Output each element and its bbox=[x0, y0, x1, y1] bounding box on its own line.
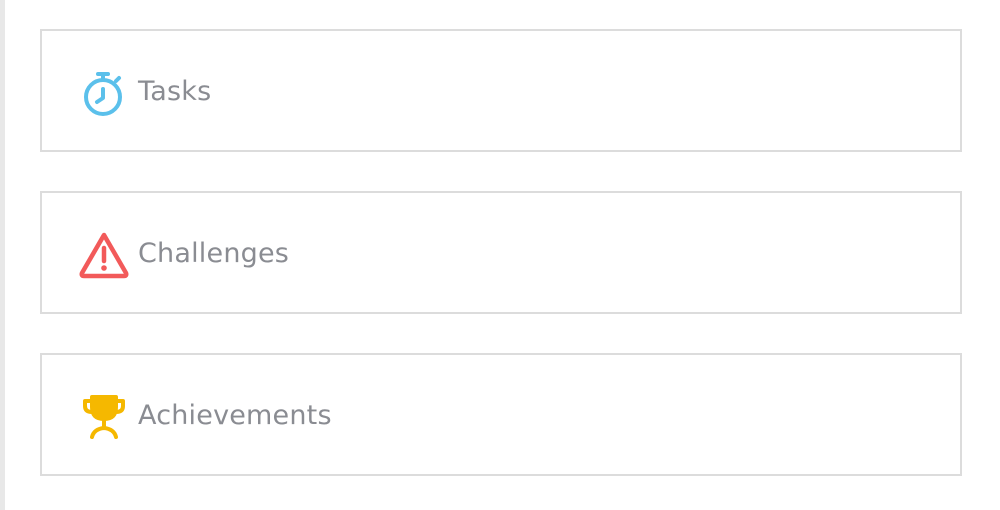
achievements-label: Achievements bbox=[138, 400, 332, 431]
challenges-label: Challenges bbox=[138, 238, 290, 269]
challenges-card[interactable]: Challenges bbox=[40, 191, 962, 314]
page: Tasks Challenges Achievements bbox=[0, 0, 1000, 510]
warning-triangle-icon bbox=[78, 229, 130, 281]
stopwatch-icon bbox=[78, 67, 130, 119]
tasks-card[interactable]: Tasks bbox=[40, 29, 962, 152]
achievements-card[interactable]: Achievements bbox=[40, 353, 962, 476]
left-divider bbox=[0, 0, 5, 510]
trophy-icon bbox=[78, 391, 130, 443]
tasks-label: Tasks bbox=[138, 76, 212, 107]
